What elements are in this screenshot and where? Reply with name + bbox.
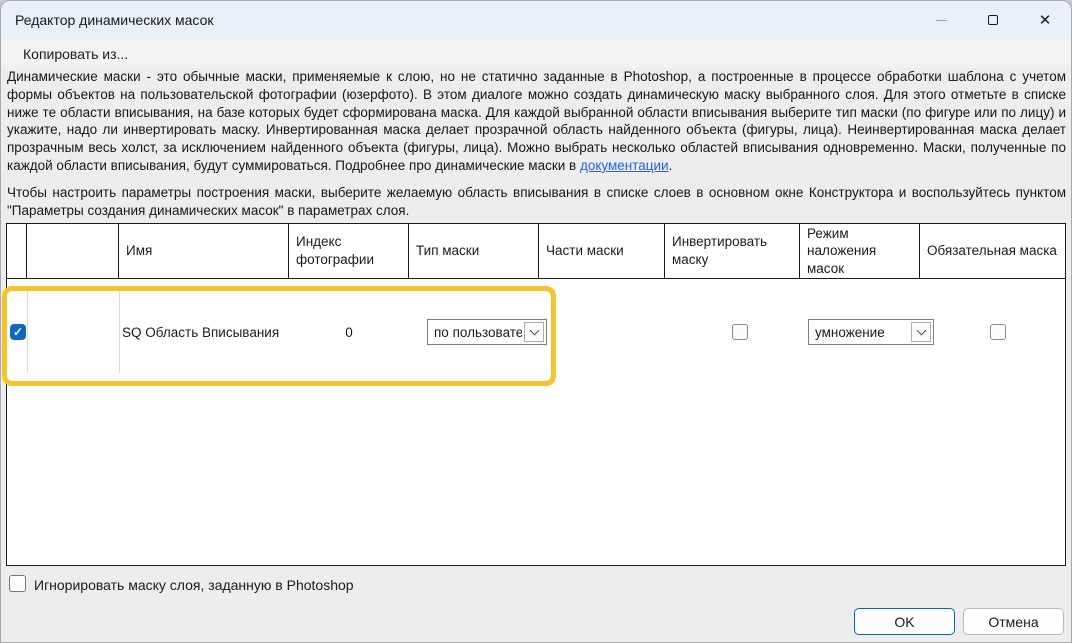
invert-mask-checkbox[interactable] <box>732 324 748 340</box>
minimize-button[interactable] <box>915 1 967 39</box>
description-paragraph-2: Чтобы настроить параметры построения мас… <box>7 184 1066 220</box>
chevron-down-icon <box>916 326 926 336</box>
title-bar: Редактор динамических масок ✕ <box>1 1 1071 39</box>
check-icon: ✓ <box>13 326 23 338</box>
column-header-invert-mask: Инвертировать маску <box>665 224 800 278</box>
table-body: ✓ SQ Область Вписывания 0 по пользовате … <box>6 279 1066 566</box>
column-header-mask-parts: Части маски <box>539 224 665 278</box>
description-paragraph-1: Динамические маски - это обычные маски, … <box>7 68 1066 175</box>
row-name: SQ Область Вписывания <box>122 325 279 340</box>
close-icon: ✕ <box>1039 13 1052 28</box>
mask-type-dropdown[interactable]: по пользовате <box>427 319 547 345</box>
minimize-icon <box>936 20 947 21</box>
column-header-thumbnail <box>27 224 119 278</box>
ignore-photoshop-mask-label: Игнорировать маску слоя, заданную в Phot… <box>34 577 354 593</box>
window-controls: ✕ <box>915 1 1071 39</box>
cell-divider <box>27 287 28 373</box>
cell-divider <box>119 287 120 373</box>
chevron-down-icon <box>529 326 539 336</box>
column-header-name: Имя <box>119 224 289 278</box>
window-title: Редактор динамических масок <box>15 12 214 28</box>
menu-copy-from[interactable]: Копировать из... <box>23 46 128 62</box>
blend-mode-value: умножение <box>809 325 909 340</box>
column-header-mask-type: Тип маски <box>409 224 539 278</box>
maximize-button[interactable] <box>967 1 1019 39</box>
dropdown-button[interactable] <box>524 322 544 342</box>
menu-bar: Копировать из... <box>1 39 1071 68</box>
documentation-link[interactable]: документации <box>580 158 669 173</box>
row-select-checkbox[interactable]: ✓ <box>10 324 26 340</box>
dialog-window: Редактор динамических масок ✕ Копировать… <box>0 0 1072 643</box>
column-header-photo-index: Индекс фотографии <box>289 224 409 278</box>
dropdown-button[interactable] <box>911 322 931 342</box>
cancel-button[interactable]: Отмена <box>963 608 1064 635</box>
close-button[interactable]: ✕ <box>1019 1 1071 39</box>
mask-type-value: по пользовате <box>428 325 522 340</box>
required-mask-checkbox[interactable] <box>990 324 1006 340</box>
description-text-before-link: Динамические маски - это обычные маски, … <box>7 69 1066 173</box>
column-header-blend-mode: Режим наложения масок <box>800 224 920 278</box>
blend-mode-dropdown[interactable]: умножение <box>808 319 934 345</box>
row-photo-index: 0 <box>289 325 409 340</box>
table-header-row: Имя Индекс фотографии Тип маски Части ма… <box>6 223 1066 279</box>
description-text-after-link: . <box>669 158 673 173</box>
ok-button[interactable]: OK <box>854 608 955 635</box>
maximize-icon <box>988 15 998 25</box>
masks-table: Имя Индекс фотографии Тип маски Части ма… <box>6 223 1066 566</box>
column-header-required-mask: Обязательная маска <box>920 224 1065 278</box>
column-header-select <box>7 224 27 278</box>
ignore-photoshop-mask-checkbox[interactable] <box>9 575 26 592</box>
